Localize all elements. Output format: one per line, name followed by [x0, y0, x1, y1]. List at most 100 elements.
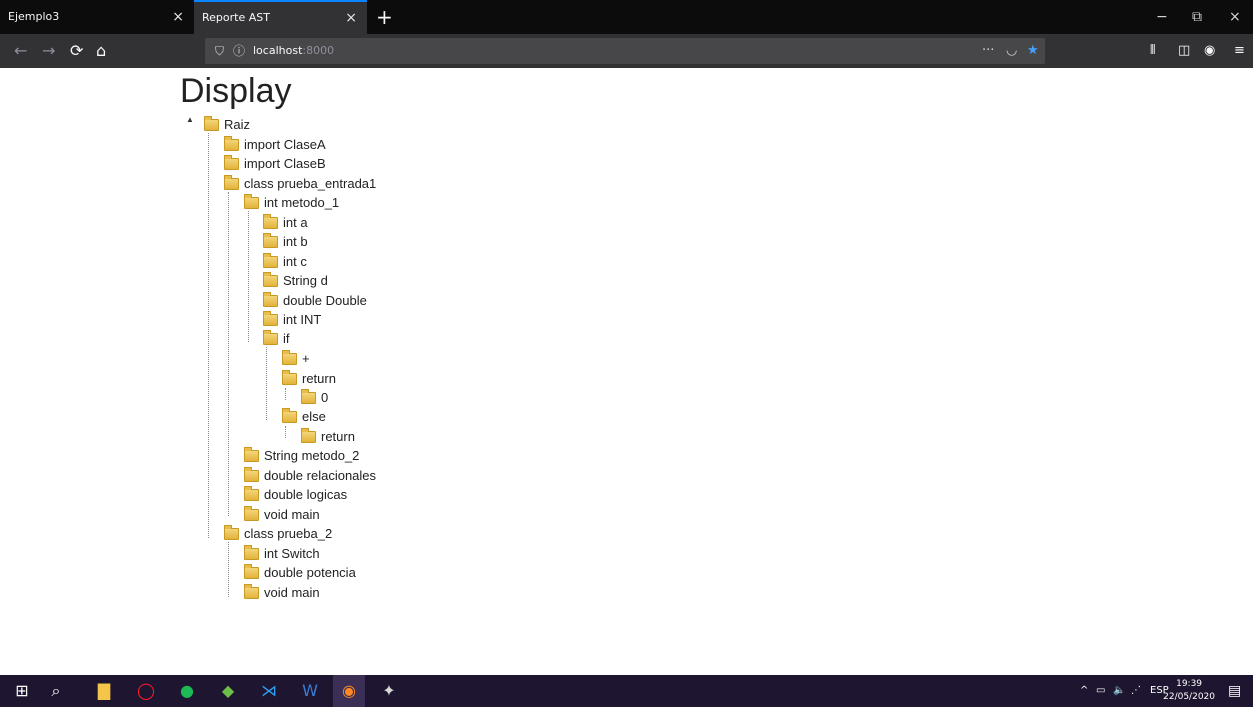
tree-node[interactable]: return	[301, 427, 355, 446]
folder-icon	[224, 174, 239, 190]
tree-node-label: import ClaseA	[244, 137, 326, 152]
tree-node[interactable]: double potencia	[244, 563, 356, 582]
tree-node[interactable]: class prueba_2	[224, 524, 332, 543]
folder-icon	[244, 466, 259, 482]
tree-node[interactable]: import ClaseA	[224, 135, 326, 154]
tree-node-label: String metodo_2	[264, 448, 360, 463]
folder-icon	[282, 369, 297, 385]
wifi-icon[interactable]: ⋰	[1131, 675, 1141, 707]
tree-node-label: return	[302, 371, 336, 386]
folder-icon	[204, 115, 219, 131]
tree-node[interactable]: String metodo_2	[244, 446, 360, 465]
tree-node-label: double relacionales	[264, 468, 377, 483]
firefox-icon[interactable]: ◉	[333, 675, 365, 707]
folder-icon	[263, 271, 278, 287]
tree-node[interactable]: String d	[263, 271, 328, 290]
folder-icon	[263, 291, 278, 307]
tree-node[interactable]: 0	[301, 388, 329, 407]
tree-connector	[266, 347, 267, 420]
windows-taskbar: ⊞ ⌕ ▇ ◯ ● ◆ ⋊ W ◉ ✦ ^ ▭ 🔈 ⋰ ESP 19:39 22…	[0, 675, 1253, 707]
network-icon[interactable]: ▭	[1096, 675, 1105, 707]
opera-icon[interactable]: ◯	[130, 675, 162, 707]
folder-icon	[224, 135, 239, 151]
folder-icon	[244, 563, 259, 579]
tree-node[interactable]: void main	[244, 583, 320, 602]
tree-node-label: if	[283, 331, 290, 346]
folder-icon	[301, 388, 316, 404]
tree-node[interactable]: double relacionales	[244, 466, 377, 485]
tree-node-label: int b	[283, 234, 308, 249]
clock[interactable]: 19:39 22/05/2020	[1163, 678, 1215, 704]
folder-icon	[244, 505, 259, 521]
tree-node[interactable]: else	[282, 407, 326, 426]
tree-node[interactable]: return	[282, 369, 336, 388]
tree-node-label: int a	[283, 215, 308, 230]
folder-icon	[263, 232, 278, 248]
search-icon[interactable]: ⌕	[40, 675, 72, 707]
tree-connector	[248, 211, 249, 342]
folder-icon	[282, 349, 297, 365]
tree-node-label: return	[321, 429, 355, 444]
tree-node-label: import ClaseB	[244, 156, 326, 171]
tree-node-label: int Switch	[264, 546, 320, 561]
tree-node-label: double logicas	[264, 487, 348, 502]
folder-icon	[244, 583, 259, 599]
vscode-icon[interactable]: ⋊	[253, 675, 285, 707]
folder-icon	[263, 310, 278, 326]
folder-icon	[263, 329, 278, 345]
tree-node[interactable]: int metodo_1	[244, 193, 340, 212]
file-explorer-icon[interactable]: ▇	[88, 675, 120, 707]
tree-node[interactable]: class prueba_entrada1	[224, 174, 377, 193]
tree-node-label: 0	[321, 390, 329, 405]
volume-icon[interactable]: 🔈	[1113, 675, 1125, 707]
tree-connector	[285, 388, 286, 400]
folder-icon	[244, 544, 259, 560]
tray-chevron-icon[interactable]: ^	[1080, 675, 1088, 707]
folder-icon	[301, 427, 316, 443]
tree-node[interactable]: void main	[244, 505, 320, 524]
tree-node-label: String d	[283, 273, 328, 288]
folder-icon	[224, 524, 239, 540]
tree-node-label: double potencia	[264, 565, 356, 580]
tree-connector	[208, 133, 209, 538]
tree-node[interactable]: double logicas	[244, 485, 348, 504]
tree-connector	[228, 542, 229, 597]
tree-node[interactable]: int a	[263, 213, 308, 232]
tree-node[interactable]: int Switch	[244, 544, 320, 563]
clock-date: 22/05/2020	[1163, 692, 1215, 702]
tree-node-label: class prueba_entrada1	[244, 176, 377, 191]
tree-node-label: int metodo_1	[264, 195, 340, 210]
expand-triangle-icon[interactable]: ▲	[186, 116, 194, 124]
spotify-icon[interactable]: ●	[171, 675, 203, 707]
tree-node-label: int c	[283, 254, 307, 269]
notifications-icon[interactable]: ▤	[1228, 675, 1241, 707]
tree-node[interactable]: +	[282, 349, 310, 368]
tree-node[interactable]: int c	[263, 252, 307, 271]
clock-time: 19:39	[1176, 679, 1203, 689]
folder-icon	[244, 485, 259, 501]
folder-icon	[263, 252, 278, 268]
tree-node[interactable]: int b	[263, 232, 308, 251]
tree-node-label: void main	[264, 585, 320, 600]
app-icon[interactable]: ◆	[212, 675, 244, 707]
tree-node[interactable]: if	[263, 329, 290, 348]
folder-icon	[244, 446, 259, 462]
folder-icon	[282, 407, 297, 423]
tree-connector	[228, 192, 229, 516]
folder-icon	[263, 213, 278, 229]
tree-node-label: +	[302, 351, 310, 366]
app-icon-2[interactable]: ✦	[373, 675, 405, 707]
tree-node[interactable]: double Double	[263, 291, 367, 310]
tree-node-label: double Double	[283, 293, 367, 308]
tree-node[interactable]: ▲ Raiz	[186, 116, 250, 134]
tree-node[interactable]: import ClaseB	[224, 154, 326, 173]
tree-node-label: int INT	[283, 312, 322, 327]
tree-node-label: Raiz	[224, 117, 251, 132]
tree-node[interactable]: int INT	[263, 310, 322, 329]
word-icon[interactable]: W	[294, 675, 326, 707]
tree-connector	[285, 426, 286, 438]
tree-node-label: else	[302, 409, 326, 424]
ast-tree: ▲ Raiz import ClaseA import ClaseB class …	[0, 0, 1253, 650]
windows-start-icon[interactable]: ⊞	[6, 675, 38, 707]
folder-icon	[224, 154, 239, 170]
